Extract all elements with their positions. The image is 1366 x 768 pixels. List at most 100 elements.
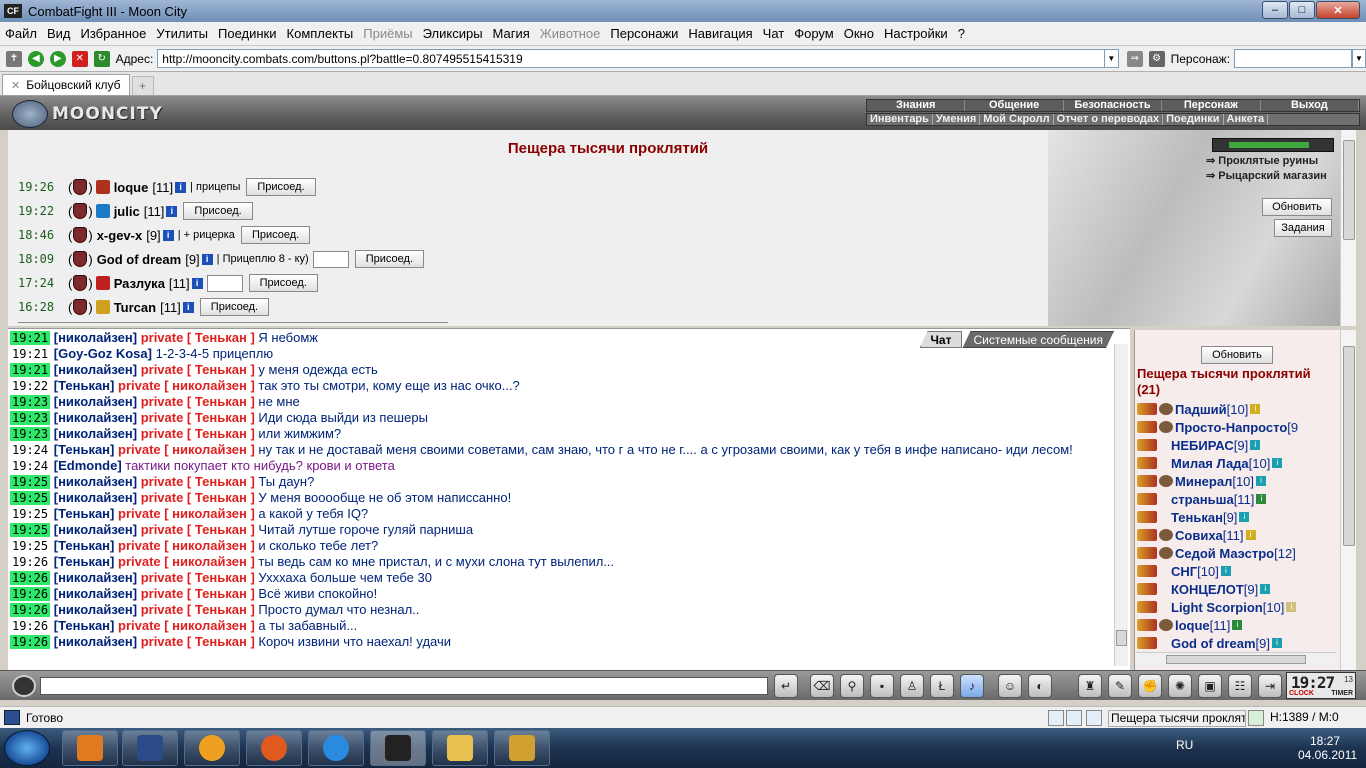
nav-item[interactable]: Знания: [867, 100, 966, 111]
location-scrollbar[interactable]: [1340, 130, 1356, 326]
chat-sender[interactable]: Тенькан: [58, 506, 110, 521]
room-scrollbar[interactable]: [1340, 330, 1356, 670]
nav-item[interactable]: Общение: [965, 100, 1064, 111]
tab-fight-club[interactable]: ✕ Бойцовский клуб: [2, 74, 130, 95]
menu-item[interactable]: Файл: [0, 26, 42, 41]
link-cursed-ruins[interactable]: ⇒ Проклятые руины: [1206, 154, 1336, 167]
stop-icon[interactable]: ✕: [71, 50, 88, 67]
nav-item[interactable]: Выход: [1261, 100, 1360, 111]
maximize-button[interactable]: □: [1289, 1, 1315, 19]
user-info-icon[interactable]: i: [1271, 638, 1282, 648]
menu-item[interactable]: Форум: [789, 26, 839, 41]
chat-time[interactable]: 19:26: [10, 619, 50, 633]
battle-player-name[interactable]: x-gev-x: [97, 228, 143, 243]
explorer-folder-icon[interactable]: [432, 730, 488, 766]
chat-time[interactable]: 19:23: [10, 427, 51, 441]
user-info-icon[interactable]: i: [1232, 620, 1243, 630]
chat-time[interactable]: 19:23: [10, 411, 51, 425]
chat-input[interactable]: [40, 677, 768, 695]
menu-item[interactable]: Животное: [535, 26, 606, 41]
page-icon[interactable]: [1066, 710, 1082, 726]
room-user-name[interactable]: Седой Маэстро: [1175, 546, 1274, 561]
translit-icon[interactable]: Ł: [930, 674, 954, 698]
battle-player-name[interactable]: God of dream: [97, 252, 182, 267]
menu-item[interactable]: Приёмы: [358, 26, 417, 41]
room-user-name[interactable]: Минерал: [1175, 474, 1232, 489]
room-user[interactable]: страньша [11] i: [1137, 490, 1267, 508]
subnav-item[interactable]: Отчет о переводах: [1054, 114, 1164, 125]
chat-private-recipient[interactable]: private [ Тенькан ]: [141, 474, 255, 489]
chat-sender[interactable]: Тенькан: [58, 442, 110, 457]
battle-player-name[interactable]: Разлука: [114, 276, 165, 291]
tab-close-icon[interactable]: ✕: [11, 79, 20, 92]
person-select[interactable]: [1234, 49, 1353, 68]
floppy-app-icon[interactable]: [122, 730, 178, 766]
chat-private-recipient[interactable]: private [ Тенькан ]: [141, 362, 255, 377]
join-button[interactable]: Присоед.: [183, 202, 253, 220]
chat-time[interactable]: 19:25: [10, 475, 51, 489]
battle-player-name[interactable]: Turcan: [114, 300, 156, 315]
subnav-item[interactable]: Поединки: [1163, 114, 1224, 125]
chat-time[interactable]: 19:25: [10, 491, 51, 505]
menu-item[interactable]: Комплекты: [282, 26, 359, 41]
chat-time[interactable]: 19:21: [10, 347, 50, 361]
save-icon[interactable]: ▪: [870, 674, 894, 698]
menu-item[interactable]: Утилиты: [151, 26, 213, 41]
firefox-icon[interactable]: [246, 730, 302, 766]
room-user-name[interactable]: Падший: [1175, 402, 1227, 417]
history-icon[interactable]: [1048, 710, 1064, 726]
chat-time[interactable]: 19:21: [10, 331, 51, 345]
room-user-name[interactable]: КОНЦЕЛОТ: [1171, 582, 1244, 597]
chat-time[interactable]: 19:26: [10, 587, 51, 601]
chat-private-recipient[interactable]: private [ Тенькан ]: [141, 634, 255, 649]
user-info-icon[interactable]: i: [1286, 602, 1297, 612]
exit-icon[interactable]: ⇥: [1258, 674, 1282, 698]
address-input[interactable]: [157, 49, 1105, 68]
chat-time[interactable]: 19:24: [10, 443, 50, 457]
user-info-icon[interactable]: i: [1256, 494, 1267, 504]
room-user[interactable]: Просто-Напросто [9: [1137, 418, 1298, 436]
new-tab-button[interactable]: +: [131, 76, 154, 95]
menu-item[interactable]: ?: [953, 26, 970, 41]
go-icon[interactable]: ⇒: [1126, 50, 1143, 67]
person-icon[interactable]: ♙: [900, 674, 924, 698]
spiral-icon[interactable]: ✺: [1168, 674, 1192, 698]
invite-fight-icon[interactable]: [1137, 601, 1157, 613]
invite-fight-icon[interactable]: [1137, 511, 1157, 523]
chat-private-recipient[interactable]: private [ Тенькан ]: [141, 570, 255, 585]
menu-item[interactable]: Настройки: [879, 26, 953, 41]
join-button[interactable]: Присоед.: [246, 178, 316, 196]
chat-time[interactable]: 19:26: [10, 635, 51, 649]
join-button[interactable]: Присоед.: [240, 226, 311, 244]
chat-sender[interactable]: николайзен: [58, 426, 133, 441]
chat-private-recipient[interactable]: private [ Тенькан ]: [141, 490, 255, 505]
chat-time[interactable]: 19:23: [10, 395, 51, 409]
room-user[interactable]: loque [11] i: [1137, 616, 1243, 634]
menu-item[interactable]: Вид: [42, 26, 76, 41]
invite-fight-icon[interactable]: [1137, 637, 1157, 649]
refresh-icon[interactable]: ↻: [93, 50, 110, 67]
forward-icon[interactable]: ▶: [49, 50, 66, 67]
room-user[interactable]: Совиха [11] i: [1137, 526, 1256, 544]
music-note-icon[interactable]: ♪: [960, 674, 984, 698]
pin-icon[interactable]: ✝: [6, 50, 22, 67]
join-button[interactable]: Присоед.: [354, 250, 424, 268]
menu-item[interactable]: Окно: [839, 26, 879, 41]
user-info-icon[interactable]: i: [1272, 458, 1283, 468]
info-icon[interactable]: i: [166, 205, 178, 217]
chat-private-recipient[interactable]: private [ николайзен ]: [118, 442, 255, 457]
chat-sender[interactable]: николайзен: [58, 410, 133, 425]
chat-private-recipient[interactable]: private [ николайзен ]: [118, 506, 255, 521]
quill-icon[interactable]: ✎: [1108, 674, 1132, 698]
invite-fight-icon[interactable]: [1137, 403, 1157, 415]
chat-sender[interactable]: Goy-Goz Kosa: [58, 346, 148, 361]
chat-sender[interactable]: николайзен: [58, 362, 133, 377]
join-button[interactable]: Присоед.: [248, 274, 318, 292]
subnav-item[interactable]: Мой Скролл: [980, 114, 1054, 125]
room-user[interactable]: СНГ [10] i: [1137, 562, 1231, 580]
window-title-bar[interactable]: CF CombatFight III - Moon City – □ ✕: [0, 0, 1366, 22]
user-info-icon[interactable]: i: [1220, 566, 1231, 576]
tools-icon[interactable]: ⚙: [1148, 50, 1165, 67]
filter-icon[interactable]: ⚲: [840, 674, 864, 698]
scroll-thumb[interactable]: [1343, 346, 1355, 546]
